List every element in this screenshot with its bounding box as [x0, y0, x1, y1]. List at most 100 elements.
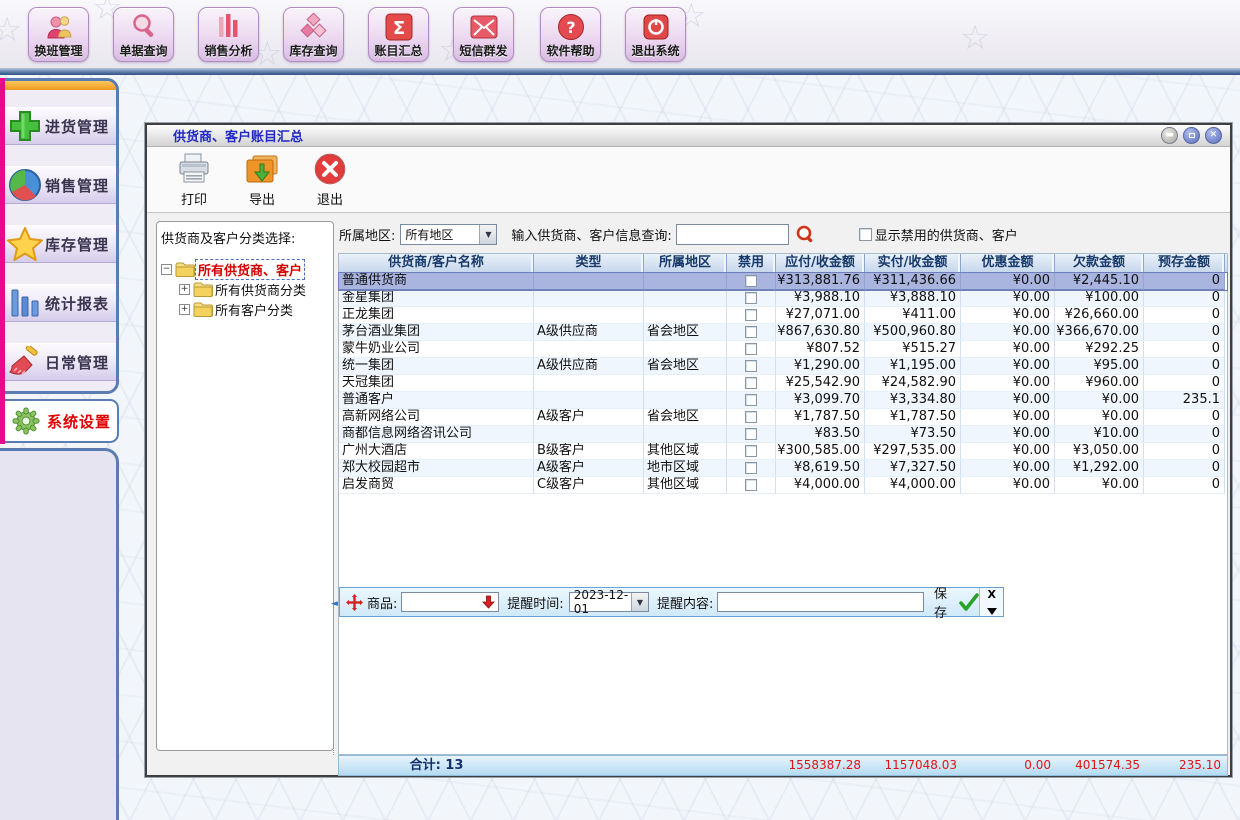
cell-name: 蒙牛奶业公司 [339, 341, 534, 358]
disable-checkbox[interactable] [745, 377, 757, 389]
cell-prepaid: 0 [1144, 324, 1225, 341]
cell-prepaid: 0 [1144, 477, 1225, 494]
disable-checkbox[interactable] [745, 394, 757, 406]
maximize-button[interactable] [1183, 127, 1200, 144]
disable-checkbox[interactable] [745, 360, 757, 372]
disable-checkbox[interactable] [745, 462, 757, 474]
column-header[interactable]: 优惠金额 [961, 254, 1055, 272]
expand-icon[interactable]: + [179, 284, 190, 295]
table-row[interactable]: 启发商贸C级客户其他区域¥4,000.00¥4,000.00¥0.00¥0.00… [339, 477, 1227, 494]
chevron-down-icon[interactable]: ▼ [479, 225, 496, 244]
tree-child-node-1[interactable]: +所有供货商分类 [179, 279, 329, 299]
table-row[interactable]: 蒙牛奶业公司¥807.52¥515.27¥0.00¥292.250 [339, 341, 1227, 358]
export-button[interactable]: 导出 [233, 147, 291, 212]
column-header[interactable]: 应付/收金额 [776, 254, 865, 272]
sidebar-item-5[interactable]: 日常管理 [5, 343, 116, 381]
top-button-4[interactable]: 库存查询 [283, 7, 344, 62]
svg-text:Σ: Σ [392, 18, 404, 39]
minimize-button[interactable]: ▬ [1161, 127, 1178, 144]
popup-close-icon[interactable]: X [988, 589, 996, 600]
top-button-5[interactable]: Σ账目汇总 [368, 7, 429, 62]
column-header[interactable]: 预存金额 [1144, 254, 1225, 272]
sidebar-item-system-settings[interactable]: 系统设置 [5, 399, 119, 443]
column-header[interactable]: 类型 [534, 254, 644, 272]
table-row[interactable]: 商都信息网络咨讯公司¥83.50¥73.50¥0.00¥10.000 [339, 426, 1227, 443]
sms-icon [454, 12, 513, 42]
column-header[interactable]: 所属地区 [644, 254, 727, 272]
disable-checkbox[interactable] [745, 428, 757, 440]
top-button-6[interactable]: 短信群发 [453, 7, 514, 62]
product-input[interactable] [401, 592, 499, 612]
table-row[interactable]: 郑大校园超市A级客户地市区域¥8,619.50¥7,327.50¥0.00¥1,… [339, 460, 1227, 477]
cell-paid: ¥4,000.00 [865, 477, 961, 494]
cell-discount: ¥0.00 [961, 307, 1055, 324]
table-row[interactable]: 普通客户¥3,099.70¥3,334.80¥0.00¥0.00235.1 [339, 392, 1227, 409]
top-button-7[interactable]: ?软件帮助 [540, 7, 601, 62]
splitter-arrow-icon[interactable]: ◄ [331, 599, 338, 609]
show-disabled-checkbox[interactable] [859, 228, 872, 241]
top-button-3[interactable]: 销售分析 [198, 7, 259, 62]
cell-type: A级客户 [534, 460, 644, 477]
search-input[interactable] [676, 224, 789, 245]
tree-root-node[interactable]: − 所有供货商、客户 [161, 259, 329, 279]
cell-debt: ¥95.00 [1055, 358, 1144, 375]
cell-region: 省会地区 [644, 324, 727, 341]
sidebar-item-1[interactable]: 进货管理 [5, 107, 116, 145]
top-button-label: 软件帮助 [546, 44, 594, 58]
column-header[interactable]: 欠款金额 [1055, 254, 1144, 272]
top-button-1[interactable]: 换班管理 [28, 7, 89, 62]
top-button-2[interactable]: 单据查询 [113, 7, 174, 62]
table-row[interactable]: 高新网络公司A级客户省会地区¥1,787.50¥1,787.50¥0.00¥0.… [339, 409, 1227, 426]
close-button[interactable]: ✕ [1205, 127, 1222, 144]
table-row[interactable]: 普通供货商¥313,881.76¥311,436.66¥0.00¥2,445.1… [339, 273, 1227, 290]
green-check-icon[interactable] [959, 593, 979, 611]
cell-prepaid: 0 [1144, 443, 1225, 460]
reminder-date-select[interactable]: 2023-12-01 ▼ [569, 592, 649, 612]
table-row[interactable]: 天冠集团¥25,542.90¥24,582.90¥0.00¥960.000 [339, 375, 1227, 392]
sidebar-item-3[interactable]: 库存管理 [5, 225, 116, 263]
cell-paid: ¥297,535.00 [865, 443, 961, 460]
sidebar-item-2[interactable]: 销售管理 [5, 166, 116, 204]
chevron-down-icon[interactable]: ▼ [631, 593, 648, 611]
cell-debt: ¥100.00 [1055, 290, 1144, 307]
disable-checkbox[interactable] [745, 445, 757, 457]
disable-checkbox[interactable] [745, 292, 757, 304]
cell-prepaid: 0 [1144, 460, 1225, 477]
cell-debt: ¥26,660.00 [1055, 307, 1144, 324]
top-button-label: 销售分析 [204, 44, 252, 58]
tree-child-node-2[interactable]: +所有客户分类 [179, 299, 329, 319]
table-row[interactable]: 正龙集团¥27,071.00¥411.00¥0.00¥26,660.000 [339, 307, 1227, 324]
column-header[interactable]: 实付/收金额 [865, 254, 961, 272]
collapse-icon[interactable]: − [161, 264, 172, 275]
region-select[interactable]: 所有地区 ▼ [400, 224, 497, 245]
table-row[interactable]: 茅台酒业集团A级供应商省会地区¥867,630.80¥500,960.80¥0.… [339, 324, 1227, 341]
expand-icon[interactable]: + [179, 304, 190, 315]
window-toolbar: 打印导出退出 [147, 147, 1230, 213]
popup-collapse-icon[interactable] [987, 608, 997, 615]
exit-button[interactable]: 退出 [301, 147, 359, 212]
search-red-icon[interactable] [796, 225, 815, 244]
print-button[interactable]: 打印 [165, 147, 223, 212]
column-header[interactable]: 供货商/客户名称 [339, 254, 534, 272]
move-cross-icon[interactable] [346, 594, 363, 611]
disable-checkbox[interactable] [745, 309, 757, 321]
disable-checkbox[interactable] [745, 326, 757, 338]
red-down-arrow-icon[interactable] [482, 595, 495, 609]
top-button-8[interactable]: 退出系统 [625, 7, 686, 62]
sidebar-item-4[interactable]: 统计报表 [5, 284, 116, 322]
sidebar-item-label: 库存管理 [45, 234, 109, 255]
cell-discount: ¥0.00 [961, 324, 1055, 341]
cell-paid: ¥411.00 [865, 307, 961, 324]
disable-checkbox[interactable] [745, 411, 757, 423]
cell-type: B级客户 [534, 443, 644, 460]
column-header[interactable]: 禁用 [727, 254, 776, 272]
table-row[interactable]: 统一集团A级供应商省会地区¥1,290.00¥1,195.00¥0.00¥95.… [339, 358, 1227, 375]
cell-paid: ¥515.27 [865, 341, 961, 358]
disable-checkbox[interactable] [745, 343, 757, 355]
reminder-content-input[interactable] [717, 592, 924, 612]
save-button[interactable]: 保存 [934, 583, 959, 621]
table-row[interactable]: 广州大酒店B级客户其他区域¥300,585.00¥297,535.00¥0.00… [339, 443, 1227, 460]
table-row[interactable]: 金星集团¥3,988.10¥3,888.10¥0.00¥100.000 [339, 290, 1227, 307]
disable-checkbox[interactable] [745, 479, 757, 491]
disable-checkbox[interactable] [745, 275, 757, 287]
